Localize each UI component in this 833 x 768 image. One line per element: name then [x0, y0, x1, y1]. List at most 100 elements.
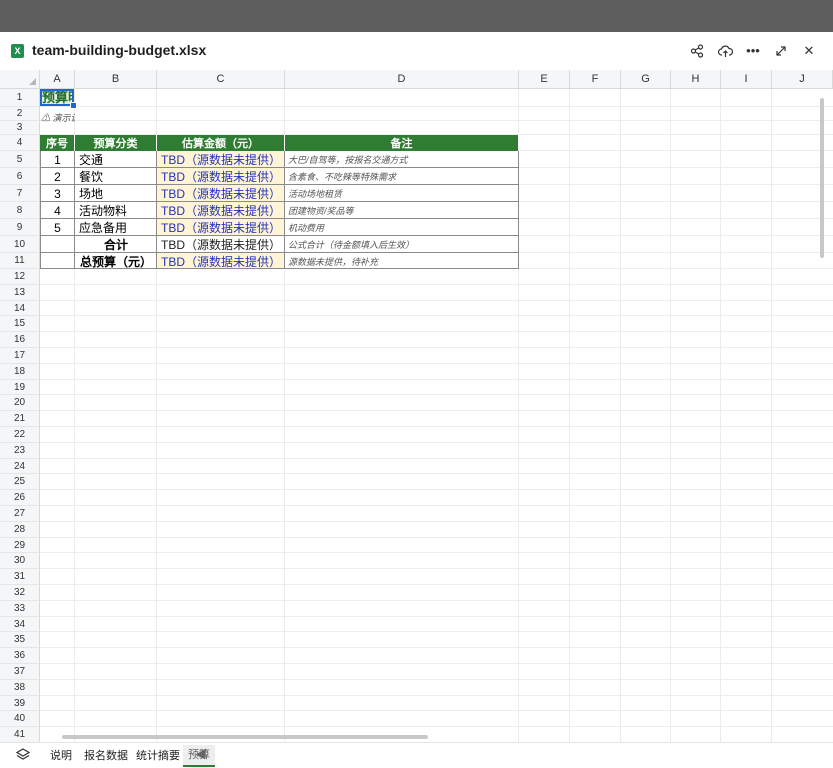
row-header-20[interactable]: 20: [0, 395, 40, 412]
row-header-38[interactable]: 38: [0, 679, 40, 696]
row-header-2[interactable]: 2: [0, 107, 40, 121]
row-header-31[interactable]: 31: [0, 569, 40, 585]
row-header-29[interactable]: 29: [0, 537, 40, 554]
upload-button[interactable]: [715, 41, 735, 61]
budget-note[interactable]: 大巴/自驾等，按报名交通方式: [285, 151, 519, 168]
row-header-4[interactable]: 4: [0, 135, 40, 151]
sheet-tab-statistics-summary[interactable]: 统计摘要: [136, 748, 180, 764]
estimated-amount[interactable]: TBD（源数据未提供）: [157, 219, 285, 236]
row-header-34[interactable]: 34: [0, 616, 40, 633]
row-header-1[interactable]: 1: [0, 89, 40, 107]
row-header-12[interactable]: 12: [0, 269, 40, 285]
row-header-11[interactable]: 11: [0, 253, 40, 269]
row-header-21[interactable]: 21: [0, 411, 40, 427]
row-header-25[interactable]: 25: [0, 474, 40, 491]
row-header-8[interactable]: 8: [0, 202, 40, 219]
budget-category[interactable]: 场地: [75, 185, 157, 202]
column-header-c[interactable]: C: [157, 70, 285, 89]
table-header-1[interactable]: 序号: [40, 135, 75, 151]
row-number[interactable]: 4: [40, 202, 75, 219]
column-header-g[interactable]: G: [621, 70, 671, 89]
row-header-36[interactable]: 36: [0, 648, 40, 664]
row-header-16[interactable]: 16: [0, 332, 40, 348]
close-button[interactable]: ✕: [799, 41, 819, 61]
estimated-amount[interactable]: TBD（源数据未提供）: [157, 168, 285, 185]
column-header-j[interactable]: J: [772, 70, 833, 89]
vertical-scrollbar[interactable]: [820, 98, 824, 258]
estimated-amount[interactable]: TBD（源数据未提供）: [157, 202, 285, 219]
total-budget-amount[interactable]: TBD（源数据未提供）: [157, 253, 285, 269]
budget-note[interactable]: 含素食、不吃辣等特殊需求: [285, 168, 519, 185]
row-header-3[interactable]: 3: [0, 121, 40, 135]
row-header-32[interactable]: 32: [0, 585, 40, 601]
row-header-33[interactable]: 33: [0, 600, 40, 617]
row-header-13[interactable]: 13: [0, 284, 40, 301]
expand-button[interactable]: [771, 41, 791, 61]
row-header-24[interactable]: 24: [0, 458, 40, 475]
row-header-6[interactable]: 6: [0, 168, 40, 185]
row-header-39[interactable]: 39: [0, 695, 40, 712]
budget-category[interactable]: 餐饮: [75, 168, 157, 185]
subtotal-label[interactable]: 合计: [75, 236, 157, 253]
row-header-27[interactable]: 27: [0, 506, 40, 522]
row-header-5[interactable]: 5: [0, 151, 40, 168]
column-header-e[interactable]: E: [519, 70, 570, 89]
row-header-17[interactable]: 17: [0, 348, 40, 364]
budget-note[interactable]: 团建物资/奖品等: [285, 202, 519, 219]
cell-a1-selected[interactable]: 预算明细: [40, 89, 74, 106]
table-header-2[interactable]: 预算分类: [75, 135, 157, 151]
row-header-40[interactable]: 40: [0, 711, 40, 728]
table-header-4[interactable]: 备注: [285, 135, 519, 151]
row-number[interactable]: 3: [40, 185, 75, 202]
row-header-26[interactable]: 26: [0, 490, 40, 506]
budget-category[interactable]: 活动物料: [75, 202, 157, 219]
row-header-10[interactable]: 10: [0, 236, 40, 253]
column-header-i[interactable]: I: [721, 70, 772, 89]
grid-line-h: [40, 663, 833, 664]
column-header-d[interactable]: D: [285, 70, 519, 89]
subtotal-amount[interactable]: TBD（源数据未提供）: [157, 236, 285, 253]
row-header-30[interactable]: 30: [0, 553, 40, 570]
row-header-9[interactable]: 9: [0, 219, 40, 236]
row-header-28[interactable]: 28: [0, 521, 40, 538]
row-number[interactable]: 1: [40, 151, 75, 168]
row-header-41[interactable]: 41: [0, 727, 40, 742]
column-header-h[interactable]: H: [671, 70, 721, 89]
fill-handle[interactable]: [70, 102, 77, 109]
estimated-amount[interactable]: TBD（源数据未提供）: [157, 151, 285, 168]
row-header-37[interactable]: 37: [0, 664, 40, 680]
grid-line-h: [40, 536, 833, 538]
share-button[interactable]: [687, 41, 707, 61]
spreadsheet-grid[interactable]: ABCDEFGHIJ 1 2 3 4 5 6 7 8 9 10 11 12 13 14 15 16 17 18 19…: [0, 70, 833, 742]
row-header-7[interactable]: 7: [0, 185, 40, 202]
horizontal-scrollbar[interactable]: [62, 735, 428, 739]
row-header-22[interactable]: 22: [0, 427, 40, 443]
more-button[interactable]: •••: [743, 41, 763, 61]
budget-category[interactable]: 应急备用: [75, 219, 157, 236]
row-header-23[interactable]: 23: [0, 442, 40, 459]
row-header-18[interactable]: 18: [0, 363, 40, 380]
budget-note[interactable]: 活动场地租赁: [285, 185, 519, 202]
sheet-tab-instructions[interactable]: 说明: [50, 748, 72, 764]
row-header-35[interactable]: 35: [0, 632, 40, 649]
budget-note[interactable]: 机动费用: [285, 219, 519, 236]
column-header-b[interactable]: B: [75, 70, 157, 89]
row-header-15[interactable]: 15: [0, 316, 40, 333]
estimated-amount[interactable]: TBD（源数据未提供）: [157, 185, 285, 202]
cell-a2[interactable]: ⚠ 演示说明: [41, 111, 75, 124]
sheet-list-button[interactable]: [15, 748, 31, 764]
select-all-corner[interactable]: [0, 70, 40, 89]
row-header-19[interactable]: 19: [0, 379, 40, 396]
row-header-14[interactable]: 14: [0, 300, 40, 317]
row-number[interactable]: 5: [40, 219, 75, 236]
column-header-f[interactable]: F: [570, 70, 621, 89]
budget-category[interactable]: 交通: [75, 151, 157, 168]
row-number[interactable]: 2: [40, 168, 75, 185]
table-border: [40, 151, 41, 269]
table-header-3[interactable]: 估算金额（元）: [157, 135, 285, 151]
sheet-tab-registration-data[interactable]: 报名数据: [84, 748, 128, 764]
total-budget-note[interactable]: 源数据未提供，待补充: [285, 253, 519, 269]
total-budget-label[interactable]: 总预算（元）: [75, 253, 157, 269]
subtotal-note[interactable]: 公式合计（待金额填入后生效）: [285, 236, 519, 253]
column-header-a[interactable]: A: [40, 70, 75, 89]
